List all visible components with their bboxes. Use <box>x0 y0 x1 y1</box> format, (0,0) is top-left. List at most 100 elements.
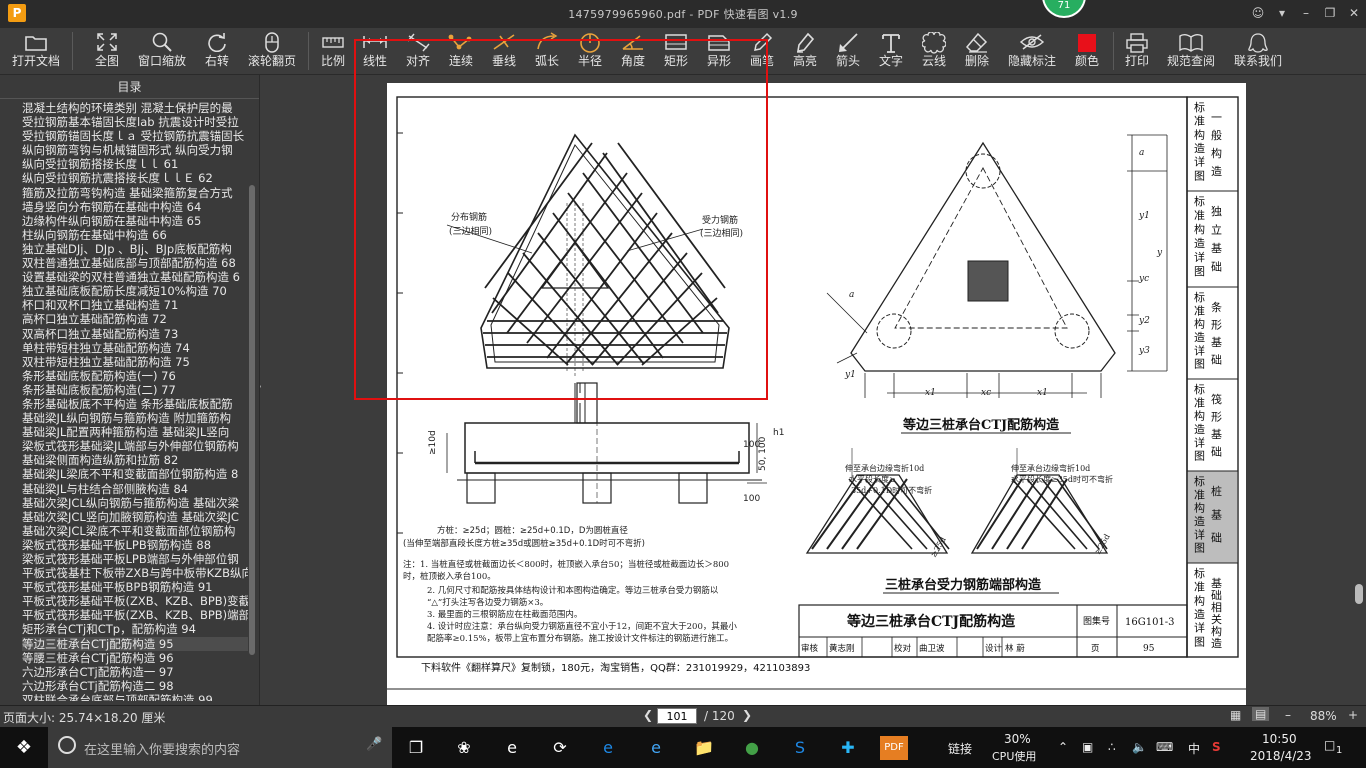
tool-aligned[interactable]: 对齐 <box>401 28 435 75</box>
single-page-view-icon[interactable]: ▦ <box>1230 708 1241 722</box>
volume-icon[interactable]: 🔈 <box>1132 740 1147 754</box>
toc-item[interactable]: 六边形承台CTj配筋构造一 97 <box>22 665 248 679</box>
toc-item[interactable]: 纵向受拉钢筋搭接长度ｌｌ 61 <box>22 157 248 171</box>
side-tab-category[interactable]: 础 <box>1211 261 1222 274</box>
side-tab-category[interactable]: 础 <box>1211 532 1222 545</box>
tool-arc[interactable]: 弧长 <box>530 28 564 75</box>
toc-item[interactable]: 墙身竖向分布钢筋在基础中构造 64 <box>22 200 248 214</box>
side-tab-category[interactable]: 基 <box>1211 508 1222 521</box>
side-tab-category[interactable]: 基 <box>1211 242 1222 255</box>
action-center-icon[interactable]: □ <box>1324 738 1335 752</box>
toc-item[interactable]: 平板式筏形基础平板BPB钢筋构造 91 <box>22 580 248 594</box>
tool-spec[interactable]: 规范查阅 <box>1163 28 1219 75</box>
tray-up-icon[interactable]: ⌃ <box>1058 740 1068 754</box>
toc-item[interactable]: 基础梁侧面构造纵筋和拉筋 82 <box>22 453 248 467</box>
windows-start-icon[interactable]: ❖ <box>12 736 36 760</box>
toc-item[interactable]: 基础梁JL纵向钢筋与箍筋构造 附加箍筋构 <box>22 411 248 425</box>
side-tab-category[interactable]: 础 <box>1211 446 1222 459</box>
zoom-in-icon[interactable]: + <box>1348 708 1358 722</box>
vertical-scrollbar[interactable] <box>1355 584 1363 604</box>
toc-item[interactable]: 纵向受拉钢筋抗震搭接长度ｌｌＥ 62 <box>22 171 248 185</box>
tool-irregular[interactable]: 异形 <box>702 28 736 75</box>
toc-item[interactable]: 设置基础梁的双柱普通独立基础配筋构造 6 <box>22 270 248 284</box>
toc-scrollbar[interactable] <box>249 185 255 655</box>
taskbar-search[interactable]: 在这里输入你要搜索的内容 🎤 <box>48 727 392 768</box>
side-tab-category[interactable]: 础 <box>1211 354 1222 367</box>
ie-icon[interactable]: e <box>596 736 620 760</box>
side-tab-category[interactable]: 形 <box>1211 411 1222 424</box>
tool-color[interactable]: 颜色 <box>1070 28 1104 75</box>
toc-item[interactable]: 高杯口独立基础配筋构造 72 <box>22 312 248 326</box>
tool-brush[interactable]: 画笔 <box>745 28 779 75</box>
toc-item[interactable]: 梁板式筏形基础梁JL端部与外伸部位钢筋构 <box>22 439 248 453</box>
toc-item[interactable]: 等边三桩承台CTj配筋构造 95 <box>22 636 248 651</box>
toc-item[interactable]: 受拉钢筋锚固长度ｌａ 受拉钢筋抗震锚固长 <box>22 129 248 143</box>
battery-icon[interactable]: ▣ <box>1082 740 1093 754</box>
tool-arrow[interactable]: 箭头 <box>831 28 865 75</box>
side-tab-category[interactable]: 构 <box>1211 624 1222 638</box>
prev-page-icon[interactable]: ❮ <box>643 708 653 722</box>
spiral-icon[interactable]: ⟳ <box>548 736 572 760</box>
toc-item[interactable]: 条形基础底板配筋构造(一) 76 <box>22 369 248 383</box>
ie-alt-icon[interactable]: e <box>644 736 668 760</box>
toc-item[interactable]: 平板式筏形基础平板(ZXB、KZB、BPB)变截 <box>22 594 248 608</box>
fan-icon[interactable]: ❀ <box>452 736 476 760</box>
side-tab-category[interactable]: 构 <box>1211 146 1222 160</box>
360-browser-icon[interactable]: ● <box>740 736 764 760</box>
keyboard-icon[interactable]: ⌨ <box>1156 740 1173 754</box>
side-tab-category[interactable]: 一 <box>1211 111 1222 124</box>
task-view-icon[interactable]: ❐ <box>404 736 428 760</box>
close-button[interactable]: ✕ <box>1342 2 1366 24</box>
toc-item[interactable]: 基础次梁JCL纵向钢筋与箍筋构造 基础次梁 <box>22 496 248 510</box>
tool-perpendicular[interactable]: 垂线 <box>487 28 521 75</box>
toc-item[interactable]: 平板式筏基柱下板带ZXB与跨中板带KZB纵向 <box>22 566 248 580</box>
side-tab-category[interactable]: 条 <box>1211 300 1222 314</box>
tool-delete[interactable]: 删除 <box>960 28 994 75</box>
side-tab-category[interactable]: 造 <box>1211 636 1222 650</box>
continuous-view-icon[interactable]: ▤ <box>1252 707 1270 721</box>
tool-fit[interactable]: 全图 <box>87 28 127 75</box>
toc-item[interactable]: 条形基础板底不平构造 条形基础底板配筋 <box>22 397 248 411</box>
toc-item[interactable]: 基础梁JL配置两种箍筋构造 基础梁JL竖向 <box>22 425 248 439</box>
side-tab-category[interactable]: 形 <box>1211 319 1222 332</box>
toc-item[interactable]: 边缘构件纵向钢筋在基础中构造 65 <box>22 214 248 228</box>
toc-item[interactable]: 混凝土结构的环境类别 混凝土保护层的最 <box>22 101 248 115</box>
tool-radius[interactable]: 半径 <box>573 28 607 75</box>
side-tab-category[interactable]: 基 <box>1211 428 1222 441</box>
clock-time[interactable]: 10:50 <box>1262 732 1297 746</box>
tool-text[interactable]: 文字 <box>874 28 908 75</box>
toc-item[interactable]: 双柱普通独立基础底部与顶部配筋构造 68 <box>22 256 248 270</box>
toc-item[interactable]: 纵向钢筋弯钩与机械锚固形式 纵向受力钢 <box>22 143 248 157</box>
tool-open[interactable]: 打开文档 <box>10 28 62 75</box>
tool-scroll-page[interactable]: 滚轮翻页 <box>246 28 298 75</box>
tool-highlight[interactable]: 高亮 <box>788 28 822 75</box>
toc-item[interactable]: 基础次梁JCL梁底不平和变截面部位钢筋构 <box>22 524 248 538</box>
toc-item[interactable]: 杯口和双杯口独立基础构造 71 <box>22 298 248 312</box>
toc-item[interactable]: 双高杯口独立基础配筋构造 73 <box>22 327 248 341</box>
toc-item[interactable]: 矩形承台CTj和CTp，配筋构造 94 <box>22 622 248 636</box>
toc-item[interactable]: 单柱带短柱独立基础配筋构造 74 <box>22 341 248 355</box>
minimize-button[interactable]: – <box>1294 2 1318 24</box>
toc-item[interactable]: 箍筋及拉筋弯钩构造 基础梁箍筋复合方式 <box>22 186 248 200</box>
toc-item[interactable]: 平板式筏形基础平板(ZXB、KZB、BPB)端部 <box>22 608 248 622</box>
sogou-icon[interactable]: S <box>788 736 812 760</box>
tool-hide[interactable]: 隐藏标注 <box>1003 28 1061 75</box>
side-tab-category[interactable]: 筏 <box>1211 392 1222 406</box>
toc-item[interactable]: 条形基础底板配筋构造(二) 77 <box>22 383 248 397</box>
zoom-out-icon[interactable]: – <box>1285 708 1291 722</box>
toc-item[interactable]: 双柱带短柱独立基础配筋构造 75 <box>22 355 248 369</box>
edge-icon[interactable]: e <box>500 736 524 760</box>
side-tab-category[interactable]: 独 <box>1211 205 1222 218</box>
pdf-page[interactable]: 分布钢筋 (三边相同) 受力钢筋 (三边相同) ≥10d 100 50, 100… <box>387 83 1246 705</box>
tool-contact[interactable]: 联系我们 <box>1230 28 1286 75</box>
toc-item[interactable]: 独立基础DJj、DJp 、BJj、BJp底板配筋构 <box>22 242 248 256</box>
toc-item[interactable]: 独立基础底板配筋长度减短10%构造 70 <box>22 284 248 298</box>
side-tab-category[interactable]: 般 <box>1211 129 1222 142</box>
folder-icon[interactable]: 📁 <box>692 736 716 760</box>
tool-continuous[interactable]: 连续 <box>444 28 478 75</box>
toc-item[interactable]: 柱纵向钢筋在基础中构造 66 <box>22 228 248 242</box>
tool-window-zoom[interactable]: 窗口缩放 <box>135 28 189 75</box>
clock-date[interactable]: 2018/4/23 <box>1250 749 1312 763</box>
tool-linear[interactable]: 线性 <box>358 28 392 75</box>
sogou-ime-icon[interactable]: S <box>1212 740 1221 754</box>
